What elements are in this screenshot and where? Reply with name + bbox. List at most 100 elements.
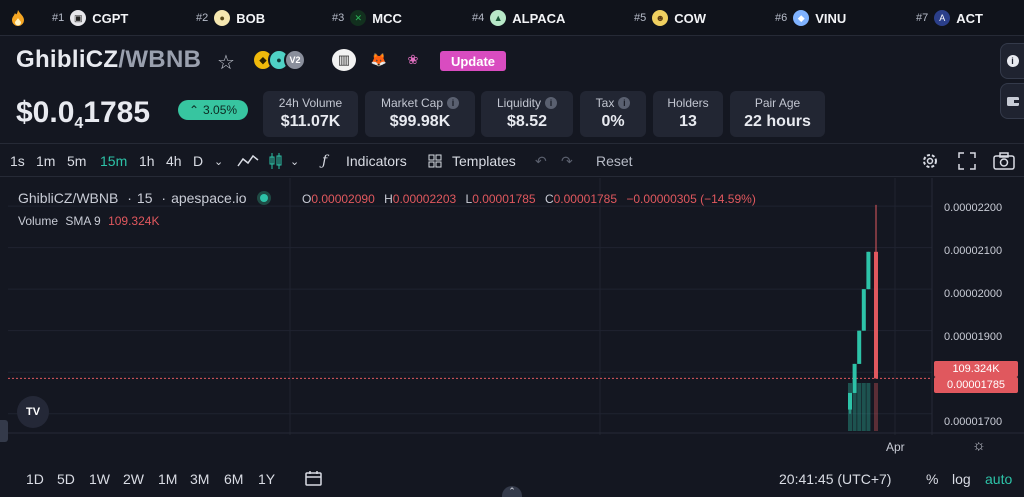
ticker-item-6[interactable]: #6 ◆ VINU: [775, 10, 846, 26]
chart-candles: [848, 204, 878, 431]
redo-icon[interactable]: ↷: [561, 153, 573, 170]
wallet-icon: [1006, 97, 1019, 106]
indicators-button[interactable]: Indicators: [346, 153, 407, 169]
candle-body: [857, 330, 862, 364]
stat-label: Pair Age: [754, 96, 801, 110]
ticker-item-4[interactable]: #4 ▲ ALPACA: [472, 10, 565, 26]
range-1w[interactable]: 1W: [89, 471, 110, 487]
wallet-panel-toggle[interactable]: [1000, 83, 1024, 119]
percent-scale-toggle[interactable]: %: [926, 471, 938, 487]
log-scale-toggle[interactable]: log: [952, 471, 971, 487]
ticker-symbol: COW: [674, 10, 707, 26]
interval-1m[interactable]: 1m: [36, 153, 55, 169]
ohlc-close: 0.00001785: [553, 192, 618, 206]
volume-bar: [866, 383, 871, 431]
candle-body: [866, 251, 871, 290]
ohlc-h-label: H: [384, 192, 393, 206]
ticker-symbol: MCC: [372, 10, 402, 26]
alpaca-icon: ▲: [490, 10, 507, 26]
y-tick-label: 0.00002000: [944, 288, 1003, 300]
indicators-icon[interactable]: ƒ: [322, 153, 327, 169]
ticker-rank: #3: [332, 12, 345, 24]
price-change-badge: ⌃ 3.05%: [178, 100, 248, 120]
quote-token: /WBNB: [118, 46, 202, 73]
stat-liquidity: Liquidity i $8.52: [481, 91, 573, 137]
trending-ticker: #1 ▣ CGPT #2 ● BOB #3 ✕ MCC #4 ▲ ALPACA …: [0, 0, 1024, 36]
info-icon[interactable]: i: [545, 97, 558, 109]
chevron-down-icon[interactable]: ⌄: [214, 155, 223, 168]
range-3m[interactable]: 3M: [190, 471, 209, 487]
ticker-item-2[interactable]: #2 ● BOB: [196, 10, 265, 26]
tradingview-logo-icon[interactable]: TV: [17, 396, 49, 428]
stat-value: $11.07K: [280, 113, 341, 130]
scale-settings-icon[interactable]: ☼: [972, 437, 986, 454]
interval-15m[interactable]: 15m: [100, 153, 127, 169]
bob-icon: ●: [214, 10, 231, 26]
ticker-item-3[interactable]: #3 ✕ MCC: [332, 10, 402, 26]
range-1m[interactable]: 1M: [158, 471, 177, 487]
templates-icon[interactable]: [428, 154, 442, 168]
timezone-clock[interactable]: 20:41:45 (UTC+7): [779, 471, 891, 487]
settings-gear-icon[interactable]: [920, 151, 940, 171]
interval-1h[interactable]: 1h: [139, 153, 155, 169]
update-button[interactable]: Update: [440, 51, 506, 71]
chevron-down-icon[interactable]: ⌄: [290, 155, 299, 168]
ticker-symbol: CGPT: [92, 10, 129, 26]
ticker-item-5[interactable]: #5 ☻ COW: [634, 10, 706, 26]
stat-holders: Holders 13: [653, 91, 723, 137]
volume-legend: Volume SMA 9 109.324K: [18, 214, 159, 228]
stat-24h-volume: 24h Volume $11.07K: [263, 91, 358, 137]
price-digits: 1785: [83, 96, 151, 129]
ohlc-high: 0.00002203: [392, 192, 457, 206]
ohlc-open: 0.00002090: [311, 192, 375, 206]
templates-button[interactable]: Templates: [452, 153, 516, 169]
stat-label: Tax: [595, 96, 615, 110]
stat-label: Market Cap: [380, 96, 444, 110]
ticker-item-7[interactable]: #7 A ACT: [916, 10, 983, 26]
x-tick-label: Apr: [886, 440, 905, 454]
chart-link-icon[interactable]: ▥: [332, 49, 356, 71]
candle-body: [861, 289, 866, 331]
range-6m[interactable]: 6M: [224, 471, 243, 487]
stat-value: 22 hours: [744, 113, 811, 130]
version-badge: V2: [284, 49, 306, 71]
camera-icon[interactable]: [993, 152, 1015, 170]
metamask-icon[interactable]: 🦊: [367, 49, 391, 71]
ohlc-o-label: O: [302, 192, 312, 206]
range-5d[interactable]: 5D: [57, 471, 75, 487]
candles-icon[interactable]: [268, 152, 282, 170]
stat-label: 24h Volume: [278, 96, 343, 110]
volume-bar: [874, 383, 878, 431]
range-1y[interactable]: 1Y: [258, 471, 275, 487]
info-icon[interactable]: i: [618, 97, 631, 109]
fire-icon: [12, 10, 24, 26]
cgpt-icon: ▣: [70, 10, 87, 26]
line-chart-icon[interactable]: [237, 154, 259, 168]
stat-value: $8.52: [506, 113, 548, 130]
reset-button[interactable]: Reset: [596, 153, 633, 169]
chevron-up-icon: ⌃: [188, 103, 200, 117]
volume-bar: [861, 383, 866, 431]
ticker-rank: #6: [775, 12, 788, 24]
ticker-item-1[interactable]: #1 ▣ CGPT: [52, 10, 128, 26]
lotus-icon[interactable]: ❀: [401, 49, 425, 71]
info-icon[interactable]: i: [447, 97, 460, 109]
dex-badges: ◆ ● V2: [252, 49, 306, 71]
interval-5m[interactable]: 5m: [67, 153, 86, 169]
info-panel-toggle[interactable]: i: [1000, 43, 1024, 79]
range-2w[interactable]: 2W: [123, 471, 144, 487]
interval-1s[interactable]: 1s: [10, 153, 25, 169]
stat-pair-age: Pair Age 22 hours: [730, 91, 825, 137]
date-range-icon[interactable]: [305, 470, 323, 486]
price-change-value: 3.05%: [203, 103, 238, 117]
base-token: GhibliCZ: [16, 46, 119, 73]
fullscreen-icon[interactable]: [958, 152, 976, 170]
range-1d[interactable]: 1D: [26, 471, 44, 487]
legend-source: apespace.io: [171, 190, 247, 206]
auto-scale-toggle[interactable]: auto: [985, 471, 1012, 487]
left-panel-handle[interactable]: [0, 420, 8, 442]
interval-d[interactable]: D: [193, 153, 203, 169]
interval-4h[interactable]: 4h: [166, 153, 182, 169]
undo-icon[interactable]: ↶: [535, 153, 547, 170]
favorite-star-icon[interactable]: ☆: [217, 50, 235, 75]
